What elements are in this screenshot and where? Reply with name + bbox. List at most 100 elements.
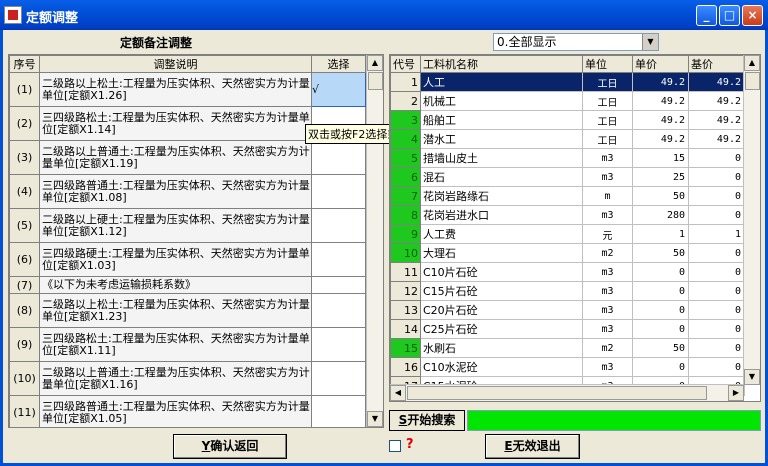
unit-price: 280 <box>632 205 689 225</box>
help-icon[interactable]: ? <box>406 437 414 452</box>
adjustment-description: 三四级路松土:工程量为压实体积、天然密实方为计量单位[定额X1.14] <box>39 106 312 141</box>
option-checkbox[interactable] <box>389 440 401 452</box>
adjustment-description: 二级路以上松土:工程量为压实体积、天然密实方为计量单位[定额X1.23] <box>39 293 312 328</box>
col-header-select[interactable]: 选择 <box>311 55 366 73</box>
confirm-return-button[interactable]: Y确认返回 <box>173 434 287 459</box>
col-header-desc[interactable]: 调整说明 <box>39 55 312 73</box>
material-code: 6 <box>390 167 421 187</box>
table-row[interactable]: 4 潜水工 工日 49.2 49.2 <box>390 129 745 149</box>
window-title: 定额调整 <box>26 11 79 26</box>
material-name: C10水泥砼 <box>420 357 583 377</box>
row-number: (7) <box>9 276 40 294</box>
unit-price: 15 <box>632 148 689 168</box>
row-number: (3) <box>9 140 40 175</box>
base-price: 0 <box>688 205 745 225</box>
scroll-down-icon[interactable]: ▼ <box>744 369 760 385</box>
col-header-unit[interactable]: 单位 <box>582 55 633 73</box>
right-horizontal-scrollbar[interactable]: ◀ ▶ <box>390 384 744 401</box>
scroll-up-icon[interactable]: ▲ <box>744 55 760 71</box>
select-cell[interactable] <box>311 174 366 209</box>
scroll-right-icon[interactable]: ▶ <box>728 385 744 401</box>
table-row[interactable]: (11) 三四级路普通土:工程量为压实体积、天然密实方为计量单位[定额X1.05] <box>9 395 366 427</box>
material-unit: m2 <box>582 338 633 358</box>
unit-price: 50 <box>632 186 689 206</box>
scroll-thumb[interactable] <box>368 72 383 90</box>
material-code: 11 <box>390 262 421 282</box>
start-search-button[interactable]: S开始搜索 <box>389 410 465 431</box>
close-button[interactable]: × <box>742 5 763 26</box>
table-row[interactable]: 8 花岗岩进水口 m3 280 0 <box>390 205 745 225</box>
select-cell[interactable] <box>311 327 366 362</box>
table-row[interactable]: 13 C20片石砼 m3 0 0 <box>390 300 745 320</box>
scroll-up-icon[interactable]: ▲ <box>367 55 383 71</box>
select-cell[interactable] <box>311 293 366 328</box>
select-cell[interactable] <box>311 276 366 294</box>
material-name: 人工 <box>420 72 583 92</box>
table-row[interactable]: (9) 三四级路松土:工程量为压实体积、天然密实方为计量单位[定额X1.11] <box>9 327 366 362</box>
table-row[interactable]: (8) 二级路以上松土:工程量为压实体积、天然密实方为计量单位[定额X1.23] <box>9 293 366 328</box>
table-row[interactable]: 12 C15片石砼 m3 0 0 <box>390 281 745 301</box>
table-row[interactable]: (7) 《以下为未考虑运输损耗系数》 <box>9 276 366 294</box>
table-row[interactable]: 5 措墙山皮土 m3 15 0 <box>390 148 745 168</box>
material-code: 16 <box>390 357 421 377</box>
adjustment-description: 二级路以上松土:工程量为压实体积、天然密实方为计量单位[定额X1.26] <box>39 72 312 107</box>
col-header-base[interactable]: 基价 <box>688 55 745 73</box>
search-input[interactable] <box>467 410 761 431</box>
base-price: 0 <box>688 300 745 320</box>
material-code: 12 <box>390 281 421 301</box>
material-code: 13 <box>390 300 421 320</box>
left-vertical-scrollbar[interactable]: ▲ ▼ <box>366 55 383 427</box>
adjustment-description: 二级路以上硬土:工程量为压实体积、天然密实方为计量单位[定额X1.12] <box>39 208 312 243</box>
material-unit: m2 <box>582 243 633 263</box>
table-row[interactable]: (4) 三四级路普通土:工程量为压实体积、天然密实方为计量单位[定额X1.08] <box>9 174 366 209</box>
material-name: 船舶工 <box>420 110 583 130</box>
unit-price: 49.2 <box>632 91 689 111</box>
col-header-price[interactable]: 单价 <box>632 55 689 73</box>
minimize-button[interactable]: _ <box>696 5 717 26</box>
table-row[interactable]: 9 人工费元 1 1 <box>390 224 745 244</box>
table-row[interactable]: 2 机械工 工日 49.2 49.2 <box>390 91 745 111</box>
select-cell[interactable] <box>311 361 366 396</box>
select-cell[interactable] <box>311 140 366 175</box>
base-price: 0 <box>688 281 745 301</box>
display-filter-select[interactable]: 0.全部显示 ▼ <box>493 33 659 51</box>
table-row[interactable]: (1) 二级路以上松土:工程量为压实体积、天然密实方为计量单位[定额X1.26] √ <box>9 72 366 107</box>
table-row[interactable]: 6 混石 m3 25 0 <box>390 167 745 187</box>
unit-price: 0 <box>632 319 689 339</box>
table-row[interactable]: 11 C10片石砼 m3 0 0 <box>390 262 745 282</box>
adjustment-description: 三四级路普通土:工程量为压实体积、天然密实方为计量单位[定额X1.05] <box>39 395 312 427</box>
col-header-code[interactable]: 代号 <box>390 55 421 73</box>
right-vertical-scrollbar[interactable]: ▲ ▼ <box>743 55 760 385</box>
table-row[interactable]: 3 船舶工 工日 49.2 49.2 <box>390 110 745 130</box>
select-cell[interactable]: √ <box>311 72 366 107</box>
material-name: C20片石砼 <box>420 300 583 320</box>
table-row[interactable]: 16 C10水泥砼 m3 0 0 <box>390 357 745 377</box>
table-row[interactable]: 15 水刷石 m2 50 0 <box>390 338 745 358</box>
maximize-button[interactable]: □ <box>719 5 740 26</box>
material-name: 大理石 <box>420 243 583 263</box>
scroll-thumb[interactable] <box>745 72 760 90</box>
select-cell[interactable] <box>311 395 366 427</box>
adjustment-description: 三四级路松土:工程量为压实体积、天然密实方为计量单位[定额X1.11] <box>39 327 312 362</box>
select-cell[interactable] <box>311 208 366 243</box>
material-name: 潜水工 <box>420 129 583 149</box>
select-cell[interactable] <box>311 242 366 277</box>
scroll-thumb[interactable] <box>407 386 707 400</box>
col-header-no[interactable]: 序号 <box>9 55 40 73</box>
material-name: 人工费 <box>420 224 583 244</box>
unit-price: 0 <box>632 262 689 282</box>
chevron-down-icon[interactable]: ▼ <box>642 34 658 50</box>
table-row[interactable]: (3) 二级路以上普通土:工程量为压实体积、天然密实方为计量单位[定额X1.19] <box>9 140 366 175</box>
table-row[interactable]: 1 人工 工日 49.2 49.2 <box>390 72 745 92</box>
material-unit: m3 <box>582 205 633 225</box>
scroll-down-icon[interactable]: ▼ <box>367 411 383 427</box>
table-row[interactable]: (10) 二级路以上普通土:工程量为压实体积、天然密实方为计量单位[定额X1.16… <box>9 361 366 396</box>
scroll-left-icon[interactable]: ◀ <box>390 385 406 401</box>
col-header-name[interactable]: 工料机名称 <box>420 55 583 73</box>
cancel-exit-button[interactable]: E无效退出 <box>485 434 580 459</box>
table-row[interactable]: 10 大理石 m2 50 0 <box>390 243 745 263</box>
table-row[interactable]: 14 C25片石砼 m3 0 0 <box>390 319 745 339</box>
table-row[interactable]: 7 花岗岩路缘石 m 50 0 <box>390 186 745 206</box>
table-row[interactable]: (6) 三四级路硬土:工程量为压实体积、天然密实方为计量单位[定额X1.03] <box>9 242 366 277</box>
table-row[interactable]: (5) 二级路以上硬土:工程量为压实体积、天然密实方为计量单位[定额X1.12] <box>9 208 366 243</box>
